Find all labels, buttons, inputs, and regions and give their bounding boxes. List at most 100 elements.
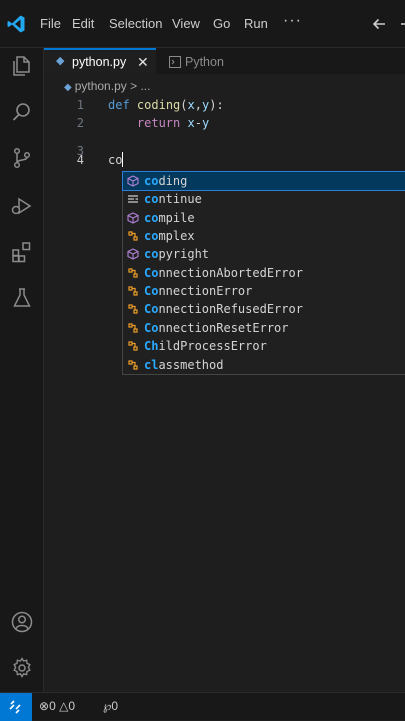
suggestion-item[interactable]: ConnectionResetError <box>123 319 405 337</box>
suggestion-item[interactable]: continue <box>123 190 405 208</box>
code-token: ): <box>209 98 224 112</box>
suggestion-label: ConnectionResetError <box>144 319 289 337</box>
search-icon[interactable] <box>10 100 34 124</box>
code-text: def coding(x,y): <box>108 96 224 114</box>
warning-icon: △ <box>59 699 69 713</box>
match-highlight: co <box>144 210 159 225</box>
class-icon <box>128 323 138 333</box>
menu-run[interactable]: Run <box>244 16 268 31</box>
menu-file[interactable]: File <box>40 16 61 31</box>
close-tab-icon[interactable]: ✕ <box>137 50 149 74</box>
menu-view[interactable]: View <box>172 16 200 31</box>
ports-status[interactable]: ℘0 <box>103 699 118 713</box>
suggestion-label: complex <box>144 227 195 245</box>
breadcrumb-symbol[interactable]: ... <box>140 79 150 93</box>
extensions-icon[interactable] <box>10 240 34 264</box>
suggestion-label: copyright <box>144 245 209 263</box>
menu-edit[interactable]: Edit <box>72 16 94 31</box>
account-icon[interactable] <box>10 610 34 634</box>
suggestion-rest: assmethod <box>158 357 224 372</box>
python-file-icon: ◆ <box>56 55 65 67</box>
source-control-icon[interactable] <box>10 146 34 170</box>
code-token: , <box>194 98 202 112</box>
suggestion-item[interactable]: coding <box>122 171 405 191</box>
problems-status[interactable]: ⊗0 △0 <box>39 699 75 713</box>
code-text: return x-y <box>108 114 209 132</box>
suggestion-label: coding <box>144 172 187 190</box>
suggestion-label: ConnectionAbortedError <box>144 264 303 282</box>
suggestion-rest: ildProcessError <box>158 339 267 354</box>
code-token: co <box>108 153 123 167</box>
suggestion-item[interactable]: complex <box>123 227 405 245</box>
class-icon <box>128 286 138 296</box>
suggestion-label: ConnectionError <box>144 282 252 300</box>
remote-indicator[interactable] <box>0 693 32 721</box>
class-icon <box>128 359 138 370</box>
class-icon <box>128 268 138 278</box>
suggestion-label: ChildProcessError <box>144 337 267 355</box>
code-token: def <box>108 98 130 112</box>
forward-arrow-icon[interactable] <box>398 15 405 33</box>
code-token: return <box>136 116 181 130</box>
tab-label: python.py <box>72 55 127 69</box>
suggestion-rest: ntinue <box>158 192 202 207</box>
code-token: coding <box>136 98 181 112</box>
line-number: 1 <box>76 98 84 112</box>
suggestion-rest: nnectionError <box>158 284 253 299</box>
method-cube-icon <box>127 248 139 261</box>
code-line[interactable]: 4 co <box>44 151 405 169</box>
editor-tabs: ◆ python.py ✕ Python <box>44 48 405 74</box>
suggestion-label: continue <box>144 190 202 208</box>
suggestion-item[interactable]: ChildProcessError <box>123 337 405 355</box>
suggestion-item[interactable]: ConnectionError <box>123 282 405 300</box>
tab-python-py[interactable]: ◆ python.py ✕ <box>44 48 156 74</box>
code-token: x <box>187 98 195 112</box>
suggestion-item[interactable]: copyright <box>123 245 405 263</box>
status-bar: ⊗0 △0 ℘0 <box>0 692 405 721</box>
match-highlight: Co <box>144 320 159 335</box>
suggestion-item[interactable]: ConnectionAbortedError <box>123 264 405 282</box>
back-arrow-icon[interactable] <box>370 15 388 33</box>
class-icon <box>128 341 138 351</box>
code-token: - <box>194 116 202 130</box>
warning-count: 0 <box>68 699 76 713</box>
testing-flask-icon[interactable] <box>10 286 34 310</box>
method-cube-icon <box>127 212 139 224</box>
breadcrumb-separator: > <box>126 79 141 93</box>
suggestion-rest: ding <box>158 174 188 188</box>
menu-go[interactable]: Go <box>213 16 230 31</box>
menu-selection[interactable]: Selection <box>109 16 162 31</box>
activity-bar <box>0 48 44 692</box>
tab-label: Python <box>185 55 224 69</box>
settings-gear-icon[interactable] <box>10 656 34 680</box>
code-token: y <box>201 116 210 130</box>
breadcrumb: ◆ python.py > ... <box>64 79 150 93</box>
suggestion-item[interactable]: compile <box>123 209 405 227</box>
match-highlight: Ch <box>144 339 159 354</box>
method-cube-icon <box>127 175 139 187</box>
suggestion-rest: nnectionRefusedError <box>158 302 303 317</box>
match-highlight: Co <box>144 284 159 299</box>
code-line[interactable]: 1 def coding(x,y): <box>44 96 405 114</box>
tab-python-output[interactable]: Python <box>157 48 267 74</box>
code-token: ( <box>180 98 188 112</box>
explorer-icon[interactable] <box>10 54 34 78</box>
suggestion-label: compile <box>144 209 195 227</box>
error-icon: ⊗ <box>39 699 50 713</box>
vscode-logo-icon <box>7 15 25 33</box>
suggestion-item[interactable]: classmethod <box>123 356 405 374</box>
more-menu-button[interactable]: ··· <box>283 12 302 30</box>
python-file-icon: ◆ <box>64 82 72 93</box>
suggestion-rest: nnectionResetError <box>158 320 289 335</box>
suggestion-label: classmethod <box>144 356 223 374</box>
run-debug-icon[interactable] <box>10 194 34 218</box>
suggestion-rest: pyright <box>158 247 210 262</box>
breadcrumb-file[interactable]: python.py <box>75 79 127 93</box>
suggestion-item[interactable]: ConnectionRefusedError <box>123 300 405 318</box>
code-line[interactable]: 2 return x-y <box>44 114 405 132</box>
class-icon <box>128 304 138 315</box>
title-bar: File Edit Selection View Go Run ··· <box>0 0 405 48</box>
